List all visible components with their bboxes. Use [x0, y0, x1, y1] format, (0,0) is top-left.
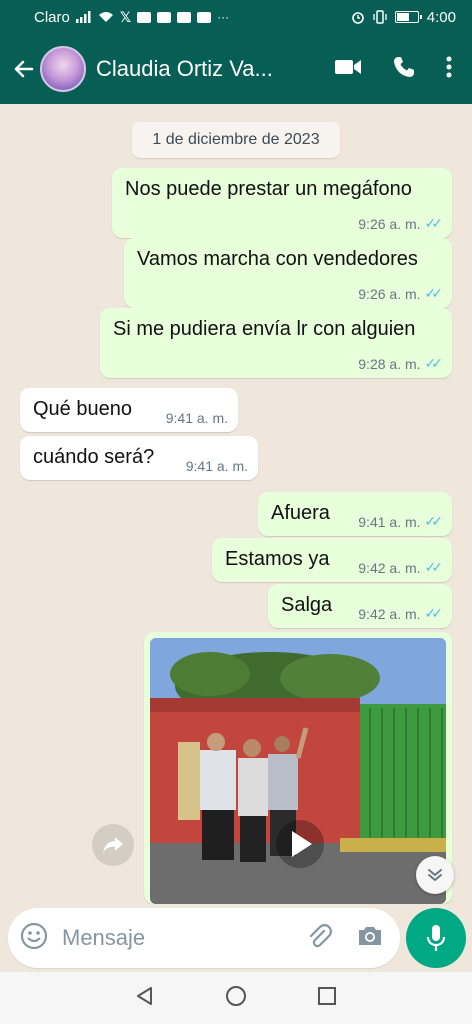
scroll-to-bottom-icon[interactable]: [416, 856, 454, 894]
message-time: 9:28 a. m.: [358, 355, 421, 372]
composer-bar: Mensaje: [0, 904, 472, 972]
attach-icon[interactable]: [306, 923, 332, 954]
message-bubble-outgoing[interactable]: Nos puede prestar un megáfono 9:26 a. m.…: [112, 168, 452, 238]
message-bubble-outgoing[interactable]: Salga 9:42 a. m. ✓✓: [268, 584, 452, 628]
system-nav-bar: [0, 972, 472, 1024]
chat-area[interactable]: 1 de diciembre de 2023 Nos puede prestar…: [0, 104, 472, 904]
message-text: Estamos ya: [225, 548, 330, 570]
message-bubble-outgoing[interactable]: Estamos ya 9:42 a. m. ✓✓: [212, 538, 452, 582]
forward-share-icon[interactable]: [92, 824, 134, 866]
back-arrow-icon[interactable]: [8, 53, 40, 85]
message-bubble-outgoing[interactable]: Si me pudiera envía lr con alguien 9:28 …: [100, 308, 452, 378]
message-bubble-incoming[interactable]: Qué bueno 9:41 a. m.: [20, 388, 238, 432]
video-call-icon[interactable]: [334, 57, 362, 82]
message-time: 9:26 a. m.: [358, 215, 421, 232]
message-time: 9:41 a. m.: [165, 410, 228, 426]
read-ticks-icon: ✓✓: [424, 513, 444, 529]
more-options-icon[interactable]: [446, 56, 452, 83]
vibrate-icon: [373, 10, 387, 24]
message-time: 9:41 a. m.: [185, 458, 248, 474]
message-time: 9:41 a. m.: [358, 513, 421, 530]
nav-home-icon[interactable]: [224, 984, 248, 1013]
message-input-placeholder: Mensaje: [62, 925, 146, 950]
message-text: Si me pudiera envía lr con alguien: [113, 318, 416, 340]
emoji-icon[interactable]: [20, 922, 48, 955]
youtube-icon: [157, 11, 172, 23]
contact-name[interactable]: Claudia Ortiz Va...: [96, 56, 296, 82]
youtube-icon: [197, 11, 212, 23]
read-ticks-icon: ✓✓: [424, 605, 444, 621]
message-text: Nos puede prestar un megáfono: [125, 178, 412, 200]
signal-icon: [75, 11, 92, 23]
message-bubble-outgoing[interactable]: Vamos marcha con vendedores 9:26 a. m. ✓✓: [124, 238, 452, 308]
message-time: 9:42 a. m.: [358, 605, 421, 622]
carrier-label: Claro: [34, 8, 70, 26]
read-ticks-icon: ✓✓: [424, 215, 444, 231]
nav-back-icon[interactable]: [134, 985, 156, 1012]
message-text: Salga: [281, 594, 333, 616]
message-text: Qué bueno: [33, 398, 132, 420]
contact-avatar[interactable]: [40, 46, 86, 92]
read-ticks-icon: ✓✓: [424, 285, 444, 301]
video-thumbnail[interactable]: [150, 638, 446, 904]
message-bubble-incoming[interactable]: cuándo será? 9:41 a. m.: [20, 436, 258, 480]
status-time: 4:00: [426, 8, 456, 26]
mic-icon: [426, 925, 446, 951]
message-text: Vamos marcha con vendedores: [137, 248, 418, 270]
nav-recents-icon[interactable]: [316, 985, 338, 1012]
linkedin-icon: [137, 11, 152, 23]
video-message-bubble[interactable]: [144, 632, 452, 904]
message-time: 9:42 a. m.: [358, 559, 421, 576]
read-ticks-icon: ✓✓: [424, 355, 444, 371]
wifi-icon: [98, 11, 114, 23]
chat-header: Claudia Ortiz Va...: [0, 34, 472, 104]
phone-icon[interactable]: [392, 55, 416, 84]
camera-icon[interactable]: [356, 924, 384, 953]
read-ticks-icon: ✓✓: [424, 559, 444, 575]
youtube-icon: [177, 11, 192, 23]
message-text: cuándo será?: [33, 446, 155, 468]
alarm-icon: [351, 10, 365, 24]
x-app-icon: 𝕏: [119, 8, 132, 25]
battery-icon: [394, 11, 422, 23]
more-notifications-icon: ···: [217, 10, 230, 24]
status-bar: Claro 𝕏 ··· 4:00: [0, 0, 472, 34]
date-chip: 1 de diciembre de 2023: [132, 122, 340, 158]
message-input[interactable]: Mensaje: [8, 908, 400, 968]
message-time: 9:26 a. m.: [358, 285, 421, 302]
message-bubble-outgoing[interactable]: Afuera 9:41 a. m. ✓✓: [258, 492, 452, 536]
message-text: Afuera: [271, 502, 330, 524]
mic-button[interactable]: [406, 908, 466, 968]
